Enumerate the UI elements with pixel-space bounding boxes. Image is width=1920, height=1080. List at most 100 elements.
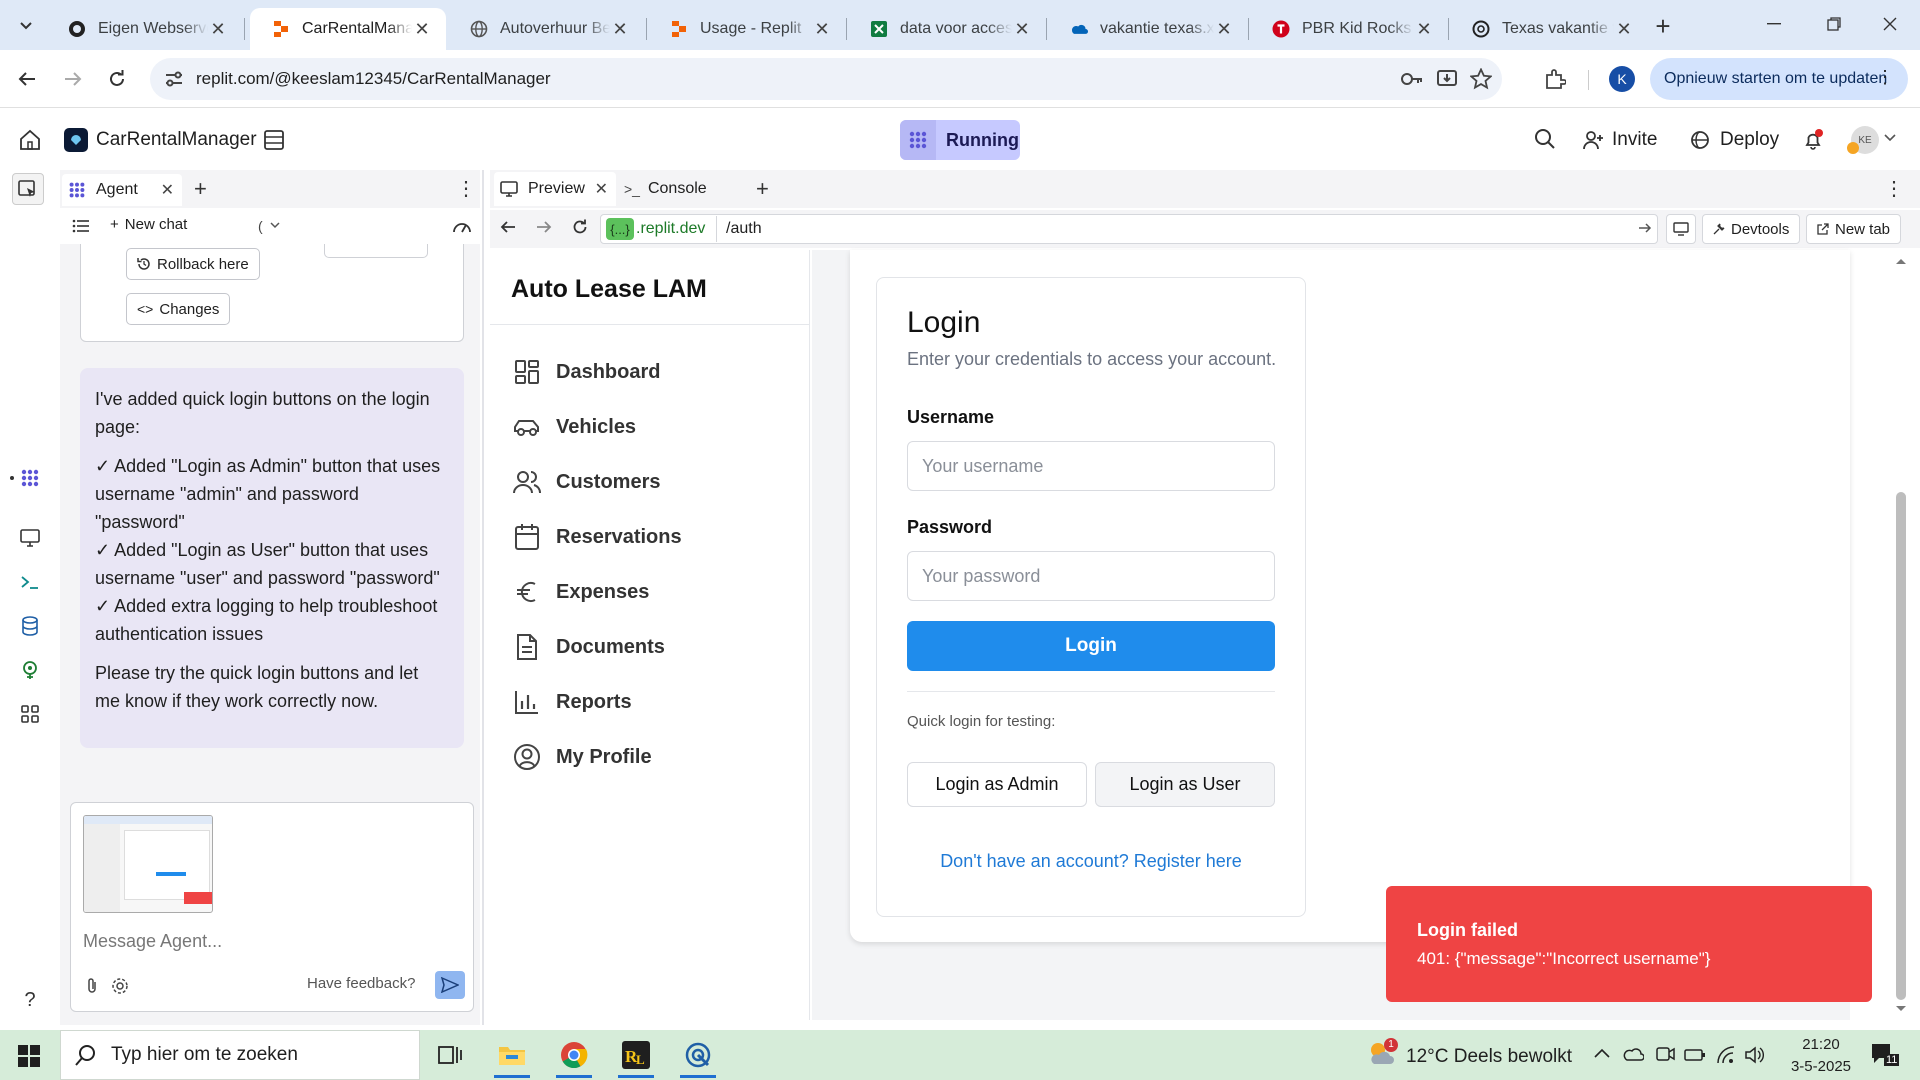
attached-screenshot-thumbnail[interactable] — [83, 815, 213, 913]
bookmark-star-icon[interactable] — [1470, 68, 1492, 90]
preview-path[interactable]: /auth — [726, 220, 762, 238]
user-avatar[interactable]: KE — [1847, 126, 1879, 154]
login-as-user-button[interactable]: Login as User — [1095, 762, 1275, 807]
device-preview-button[interactable] — [1666, 214, 1696, 244]
install-app-icon[interactable] — [1436, 68, 1458, 90]
reload-icon[interactable] — [102, 64, 132, 94]
chat-history-icon[interactable] — [72, 218, 90, 234]
back-arrow-icon[interactable] — [500, 220, 516, 234]
browser-tab-texas-vakantie[interactable]: Texas vakantie tips ✕ — [1450, 8, 1648, 50]
update-browser-button[interactable]: Opnieuw starten om te updaten ⋮ — [1650, 58, 1908, 100]
agent-rail-icon[interactable] — [14, 462, 46, 494]
nav-item-my-profile[interactable]: My Profile — [512, 740, 652, 774]
search-icon[interactable] — [1534, 128, 1556, 150]
minimize-button[interactable] — [1744, 0, 1804, 48]
browser-profile-avatar[interactable]: K — [1609, 66, 1635, 92]
forward-arrow-icon[interactable] — [536, 220, 552, 234]
go-arrow-icon[interactable] — [1638, 222, 1652, 234]
changes-button[interactable]: <> Changes — [126, 293, 231, 325]
nav-item-documents[interactable]: Documents — [512, 630, 665, 664]
attach-paperclip-icon[interactable] — [85, 977, 99, 995]
nav-item-expenses[interactable]: Expenses — [512, 575, 649, 609]
extensions-icon[interactable] — [1540, 64, 1570, 94]
database-rail-icon[interactable] — [14, 610, 46, 642]
invite-button[interactable]: Invite — [1582, 122, 1657, 158]
browser-tab-usage-replit[interactable]: Usage - Replit ✕ — [648, 8, 846, 50]
browser-tab-autoverhuur[interactable]: Autoverhuur Beheer ✕ — [448, 8, 644, 50]
task-view-icon[interactable] — [422, 1032, 478, 1078]
close-icon[interactable]: ✕ — [161, 180, 174, 200]
tab-agent[interactable]: Agent ✕ — [62, 174, 182, 206]
dev-domain-chip[interactable]: {...} — [606, 218, 634, 240]
taskbar-search-box[interactable]: Typ hier om te zoeken — [60, 1030, 420, 1080]
back-arrow-icon[interactable] — [12, 64, 42, 94]
browser-tab-eigen-webserver[interactable]: Eigen Webserver ✕ — [46, 8, 242, 50]
battery-plug-icon[interactable] — [1684, 1047, 1706, 1063]
run-status-button[interactable]: Running — [900, 120, 1020, 160]
settings-gear-icon[interactable] — [111, 977, 129, 995]
add-tab-button[interactable]: + — [756, 176, 769, 202]
open-new-tab-button[interactable]: New tab — [1806, 214, 1902, 244]
chrome-icon[interactable] — [546, 1032, 602, 1078]
more-vert-icon[interactable]: ⋮ — [1884, 176, 1904, 201]
close-icon[interactable]: ✕ — [1214, 19, 1234, 40]
rollback-button[interactable]: Rollback here — [126, 248, 260, 280]
secrets-rail-icon[interactable] — [14, 654, 46, 686]
chat-selector[interactable]: ( — [258, 218, 263, 234]
scrollbar-thumb[interactable] — [1896, 492, 1906, 1000]
add-tab-button[interactable]: + — [194, 176, 207, 202]
project-name[interactable]: CarRentalManager — [96, 129, 257, 151]
devtools-button[interactable]: Devtools — [1702, 214, 1801, 244]
close-icon[interactable]: ✕ — [1414, 19, 1434, 40]
console-rail-icon[interactable] — [14, 566, 46, 598]
browser-tab-data-voor-access[interactable]: data voor access ✕ — [848, 8, 1046, 50]
nav-item-dashboard[interactable]: Dashboard — [512, 355, 660, 389]
more-vert-icon[interactable]: ⋮ — [456, 176, 476, 201]
nav-item-vehicles[interactable]: Vehicles — [512, 410, 636, 444]
project-files-icon[interactable] — [262, 128, 286, 152]
nav-item-reports[interactable]: Reports — [512, 685, 632, 719]
chevron-up-icon[interactable] — [1594, 1048, 1610, 1058]
file-explorer-icon[interactable] — [484, 1032, 540, 1078]
meet-now-icon[interactable] — [1655, 1045, 1675, 1063]
username-input[interactable]: Your username — [907, 441, 1275, 491]
toggle-sidebar-icon[interactable] — [12, 173, 44, 205]
volume-icon[interactable] — [1744, 1046, 1764, 1064]
preview-rail-icon[interactable] — [14, 522, 46, 554]
browser-tab-pbr-kid-rock[interactable]: PBR Kid Rocks Rock ✕ — [1250, 8, 1448, 50]
home-icon[interactable] — [18, 128, 42, 152]
windows-start-icon[interactable] — [18, 1045, 40, 1067]
nav-item-reservations[interactable]: Reservations — [512, 520, 682, 554]
password-key-icon[interactable] — [1400, 69, 1424, 89]
close-icon[interactable]: ✕ — [595, 179, 608, 199]
browser-tab-vakantie-texas[interactable]: vakantie texas.xlsx ✕ — [1048, 8, 1248, 50]
tab-preview[interactable]: Preview ✕ — [494, 172, 616, 206]
reload-icon[interactable] — [572, 219, 588, 235]
panel-splitter[interactable] — [482, 170, 484, 1025]
deploy-button[interactable]: Deploy — [1690, 122, 1779, 158]
close-icon[interactable]: ✕ — [812, 19, 832, 40]
login-as-admin-button[interactable]: Login as Admin — [907, 762, 1087, 807]
new-chat-button[interactable]: + New chat — [110, 216, 187, 233]
nav-item-customers[interactable]: Customers — [512, 465, 660, 499]
chevron-down-icon[interactable] — [270, 222, 280, 229]
more-vert-icon[interactable]: ⋮ — [1876, 67, 1894, 88]
close-icon[interactable]: ✕ — [1012, 19, 1032, 40]
all-tools-rail-icon[interactable] — [14, 698, 46, 730]
close-icon[interactable]: ✕ — [1614, 19, 1634, 40]
password-input[interactable]: Your password — [907, 551, 1275, 601]
help-icon[interactable]: ? — [14, 984, 46, 1016]
speed-gauge-icon[interactable] — [452, 218, 472, 234]
chevron-down-icon[interactable] — [1884, 134, 1896, 142]
forward-arrow-icon[interactable] — [58, 64, 88, 94]
app-target-icon[interactable] — [670, 1032, 726, 1078]
close-icon[interactable]: ✕ — [208, 19, 228, 40]
message-input[interactable]: Message Agent... — [83, 931, 222, 952]
send-button[interactable] — [435, 971, 465, 999]
new-tab-button[interactable]: + — [1650, 13, 1676, 40]
tab-console[interactable]: >_ Console — [624, 172, 744, 206]
login-submit-button[interactable]: Login — [907, 621, 1275, 671]
close-icon[interactable]: ✕ — [610, 19, 630, 40]
wifi-icon[interactable] — [1716, 1046, 1736, 1064]
close-window-button[interactable] — [1860, 0, 1920, 48]
